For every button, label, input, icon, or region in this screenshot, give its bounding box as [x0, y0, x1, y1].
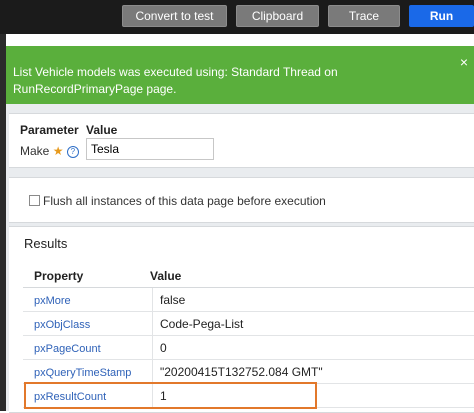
make-input[interactable]	[86, 138, 214, 160]
flush-label: Flush all instances of this data page be…	[43, 194, 326, 208]
trace-button[interactable]: Trace	[328, 5, 400, 27]
parameters-panel: Parameter Value Make ★ ?	[9, 113, 474, 168]
close-icon[interactable]: ×	[460, 54, 468, 70]
execution-notice-banner: List Vehicle models was executed using: …	[6, 46, 474, 104]
column-divider	[152, 312, 153, 335]
table-row: pxObjClass Code-Pega-List	[23, 312, 474, 336]
property-link[interactable]: pxQueryTimeStamp	[34, 367, 131, 379]
clipboard-button[interactable]: Clipboard	[236, 5, 319, 27]
flush-checkbox[interactable]	[29, 195, 40, 206]
property-value: 0	[160, 341, 167, 355]
run-button[interactable]: Run	[409, 5, 474, 27]
top-toolbar: Convert to test Clipboard Trace Run	[0, 0, 474, 34]
column-divider	[152, 288, 153, 311]
column-divider	[152, 360, 153, 383]
help-icon[interactable]: ?	[66, 145, 79, 158]
parameter-column-header: Parameter	[20, 123, 79, 137]
required-star-icon: ★	[52, 144, 64, 158]
property-link[interactable]: pxMore	[34, 295, 71, 307]
table-row: pxQueryTimeStamp "20200415T132752.084 GM…	[23, 360, 474, 384]
property-column-header: Property	[34, 269, 84, 283]
results-table-header: Property Value	[23, 263, 474, 288]
column-divider	[152, 336, 153, 359]
property-value: "20200415T132752.084 GMT"	[160, 365, 323, 379]
results-title: Results	[24, 236, 68, 251]
property-link[interactable]: pxPageCount	[34, 343, 101, 355]
table-row: pxMore false	[23, 288, 474, 312]
value-column-header: Value	[150, 269, 182, 283]
property-link[interactable]: pxObjClass	[34, 319, 90, 331]
convert-to-test-button[interactable]: Convert to test	[122, 5, 227, 27]
flush-panel: Flush all instances of this data page be…	[9, 177, 474, 223]
param-row-make: Make ★ ?	[20, 144, 79, 158]
table-row: pxPageCount 0	[23, 336, 474, 360]
notice-message: List Vehicle models was executed using: …	[13, 65, 338, 96]
property-value: Code-Pega-List	[160, 317, 244, 331]
param-name: Make	[20, 144, 50, 158]
property-value: false	[160, 293, 186, 307]
value-column-header: Value	[86, 123, 118, 137]
result-count-highlight	[24, 382, 317, 409]
